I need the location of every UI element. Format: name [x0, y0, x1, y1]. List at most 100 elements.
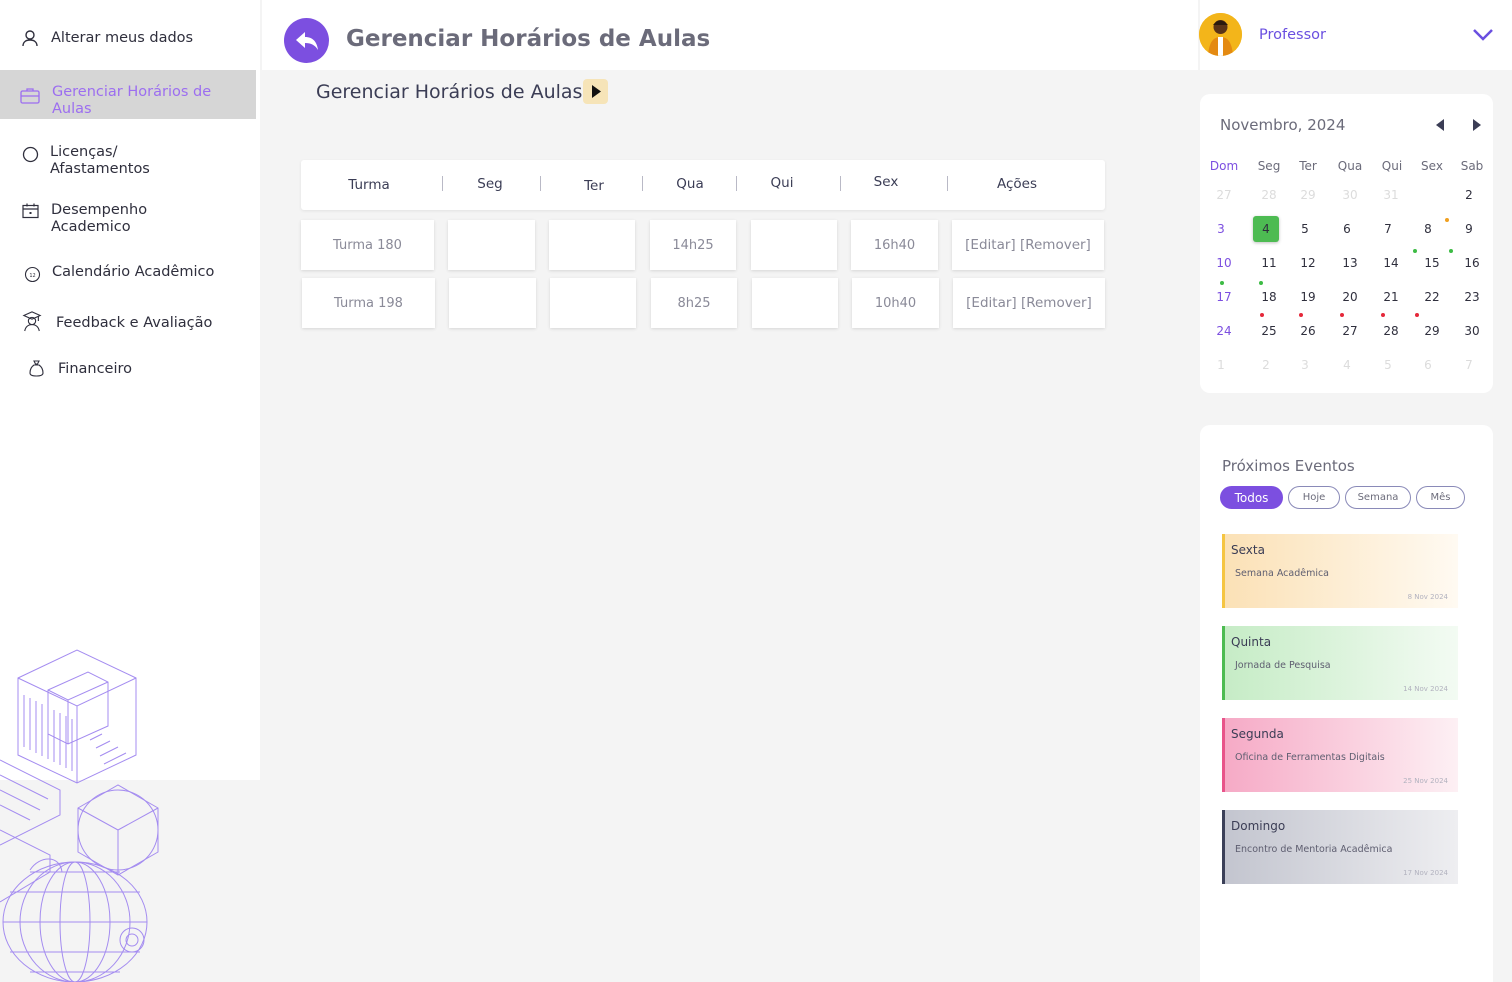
calendar-day[interactable]: 3 — [1301, 358, 1309, 372]
event-dot — [1415, 313, 1419, 317]
calendar-day[interactable]: 3 — [1217, 222, 1225, 236]
calendar-day[interactable]: 21 — [1383, 290, 1398, 304]
event-dot — [1299, 313, 1303, 317]
calendar-day[interactable]: 16 — [1464, 256, 1479, 270]
chevron-down-icon[interactable] — [1472, 28, 1494, 42]
back-arrow-icon — [295, 31, 318, 50]
calendar-day[interactable]: 4 — [1343, 358, 1351, 372]
calendar-day[interactable]: 19 — [1300, 290, 1315, 304]
calendar-day[interactable]: 7 — [1384, 222, 1392, 236]
prev-month-icon[interactable] — [1436, 119, 1445, 131]
column-divider — [736, 176, 737, 191]
calendar-day[interactable]: 28 — [1383, 324, 1398, 338]
calendar-day[interactable]: 24 — [1216, 324, 1231, 338]
calendar-widget: Novembro, 2024 Dom Seg Ter Qua Qui Sex S… — [1200, 94, 1493, 393]
calendar-day[interactable]: 14 — [1383, 256, 1398, 270]
calendar-day[interactable]: 5 — [1301, 222, 1309, 236]
user-role[interactable]: Professor — [1259, 27, 1326, 43]
sidebar-item-alterar-dados[interactable]: Alterar meus dados — [0, 22, 256, 54]
calendar-day[interactable]: 12 — [1300, 256, 1315, 270]
sidebar-item-feedback[interactable]: Feedback e Avaliação — [0, 308, 256, 342]
sidebar-item-label: Alterar meus dados — [51, 30, 194, 46]
event-dot — [1260, 313, 1264, 317]
event-day: Segunda — [1231, 727, 1284, 741]
sidebar-item-label: Desempenho Academico — [51, 202, 148, 235]
filter-hoje[interactable]: Hoje — [1288, 486, 1340, 509]
event-date: 17 Nov 2024 — [1403, 869, 1448, 877]
sidebar-item-financeiro[interactable]: Financeiro — [0, 356, 256, 386]
calendar-day[interactable]: 4 — [1262, 222, 1270, 236]
filter-semana[interactable]: Semana — [1345, 486, 1411, 509]
column-divider — [442, 176, 443, 191]
calendar-day[interactable]: 23 — [1464, 290, 1479, 304]
column-divider — [947, 176, 948, 191]
expand-button[interactable] — [583, 79, 608, 104]
table-cell-qua: 8h25 — [651, 278, 737, 328]
filter-mes[interactable]: Mês — [1416, 486, 1465, 509]
calendar-day[interactable]: 29 — [1300, 188, 1315, 202]
calendar-day[interactable]: 17 — [1216, 290, 1231, 304]
calendar-day[interactable]: 28 — [1261, 188, 1276, 202]
column-header-turma: Turma — [348, 177, 390, 193]
event-card[interactable]: Segunda Oficina de Ferramentas Digitais … — [1222, 718, 1458, 792]
calendar-month-title: Novembro, 2024 — [1220, 116, 1346, 134]
calendar-day[interactable]: 2 — [1262, 358, 1270, 372]
calendar-day[interactable]: 8 — [1424, 222, 1432, 236]
row-actions[interactable]: [Editar] [Remover] — [952, 220, 1104, 270]
page-title: Gerenciar Horários de Aulas — [346, 26, 711, 52]
weekday-label: Ter — [1299, 159, 1317, 173]
calendar-day[interactable]: 10 — [1216, 256, 1231, 270]
column-header-acoes: Ações — [996, 176, 1038, 192]
sidebar-item-desempenho[interactable]: Desempenho Academico — [0, 198, 256, 238]
column-divider — [840, 176, 841, 191]
column-header-qua: Qua — [676, 176, 704, 192]
event-dot — [1259, 281, 1263, 285]
calendar-day[interactable]: 26 — [1300, 324, 1315, 338]
calendar-day[interactable]: 20 — [1342, 290, 1357, 304]
event-dot — [1340, 313, 1344, 317]
weekday-label: Dom — [1209, 159, 1239, 173]
calendar-day[interactable]: 31 — [1383, 188, 1398, 202]
calendar-day[interactable]: 5 — [1384, 358, 1392, 372]
table-cell-turma: Turma 180 — [301, 220, 434, 270]
calendar-day[interactable]: 11 — [1261, 256, 1276, 270]
event-card[interactable]: Sexta Semana Acadêmica 8 Nov 2024 — [1222, 534, 1458, 608]
calendar-day[interactable]: 9 — [1465, 222, 1473, 236]
calendar-day[interactable]: 1 — [1217, 358, 1225, 372]
calendar-day[interactable]: 22 — [1424, 290, 1439, 304]
row-actions[interactable]: [Editar] [Remover] — [953, 278, 1105, 328]
calendar-day[interactable]: 6 — [1424, 358, 1432, 372]
event-date: 25 Nov 2024 — [1403, 777, 1448, 785]
sidebar-item-calendario[interactable]: 12 Calendário Acadêmico — [0, 260, 256, 290]
calendar-day[interactable]: 15 — [1424, 256, 1439, 270]
event-dot — [1445, 218, 1449, 222]
table-cell-qua: 14h25 — [650, 220, 736, 270]
calendar-day[interactable]: 25 — [1261, 324, 1276, 338]
weekday-label: Qua — [1337, 159, 1363, 173]
sidebar-item-licencas[interactable]: Licenças/ Afastamentos — [0, 140, 256, 180]
calendar-day[interactable]: 29 — [1424, 324, 1439, 338]
calendar-day[interactable]: 6 — [1343, 222, 1351, 236]
next-month-icon[interactable] — [1472, 119, 1481, 131]
table-cell-ter — [549, 220, 635, 270]
calendar-day[interactable]: 30 — [1464, 324, 1479, 338]
column-divider — [540, 176, 541, 191]
calendar-day[interactable]: 7 — [1465, 358, 1473, 372]
column-header-qui: Qui — [770, 175, 794, 191]
event-card[interactable]: Quinta Jornada de Pesquisa 14 Nov 2024 — [1222, 626, 1458, 700]
avatar[interactable] — [1199, 13, 1242, 56]
calendar-day[interactable]: 18 — [1261, 290, 1276, 304]
upcoming-events-panel: Próximos Eventos Todos Hoje Semana Mês S… — [1200, 425, 1493, 982]
calendar-day[interactable]: 2 — [1465, 188, 1473, 202]
calendar-day[interactable]: 13 — [1342, 256, 1357, 270]
filter-todos[interactable]: Todos — [1220, 486, 1283, 509]
back-button[interactable] — [284, 18, 329, 63]
calendar-day[interactable]: 30 — [1342, 188, 1357, 202]
sidebar-top-accent — [0, 0, 260, 2]
calendar-day[interactable]: 27 — [1342, 324, 1357, 338]
sidebar-item-gerenciar-horarios[interactable]: Gerenciar Horários de Aulas — [0, 70, 256, 119]
svg-text:12: 12 — [29, 273, 35, 279]
event-day: Sexta — [1231, 543, 1265, 557]
event-card[interactable]: Domingo Encontro de Mentoria Acadêmica 1… — [1222, 810, 1458, 884]
calendar-day[interactable]: 27 — [1216, 188, 1231, 202]
